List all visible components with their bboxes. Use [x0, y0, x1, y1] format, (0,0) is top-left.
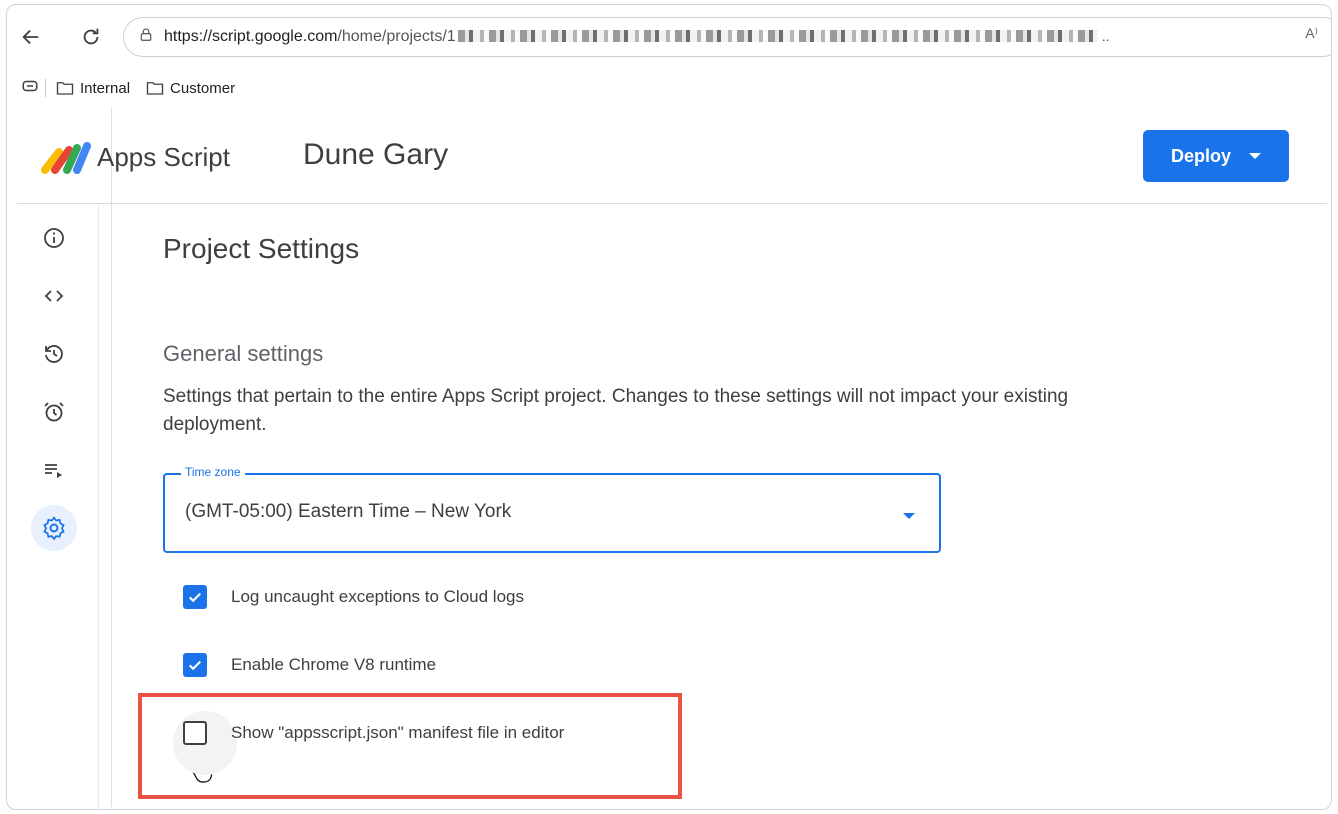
- option-label: Log uncaught exceptions to Cloud logs: [231, 587, 524, 606]
- code-icon: [44, 290, 64, 302]
- rail-item-overview[interactable]: [31, 215, 77, 261]
- show-manifest-checkbox[interactable]: [173, 711, 237, 775]
- url-prefix: https://: [164, 28, 213, 45]
- address-bar-row: https://script.google.com/home/projects/…: [7, 5, 1331, 69]
- option-label: Show "appsscript.json" manifest file in …: [231, 723, 565, 742]
- redacted-url-segment: [457, 30, 1098, 42]
- option-show-manifest: Show "appsscript.json" manifest file in …: [173, 711, 565, 775]
- log-exceptions-checkbox[interactable]: [183, 585, 207, 609]
- bookmark-customer[interactable]: Customer: [146, 80, 235, 97]
- url-host: script.google.com: [212, 28, 338, 45]
- url-bar[interactable]: https://script.google.com/home/projects/…: [123, 17, 1331, 57]
- rail-item-history[interactable]: [31, 331, 77, 377]
- bookmark-internal[interactable]: Internal: [56, 80, 130, 97]
- checkmark-icon: [189, 660, 201, 671]
- back-arrow-icon[interactable]: [17, 23, 45, 51]
- bookmark-label: Customer: [170, 79, 236, 97]
- reload-icon[interactable]: [77, 23, 105, 51]
- section-title: General settings: [163, 341, 324, 366]
- option-label: Enable Chrome V8 runtime: [231, 655, 437, 674]
- playlist-play-icon: [45, 464, 62, 478]
- brand-name: Apps Script: [97, 142, 230, 172]
- project-name[interactable]: Dune Gary: [303, 138, 448, 172]
- section-description: Settings that pertain to the entire Apps…: [163, 386, 1069, 435]
- alarm-icon: [44, 402, 64, 422]
- folder-icon: [56, 82, 74, 95]
- url-text: https://script.google.com/home/projects/…: [164, 28, 1109, 46]
- url-ellipsis: ..: [1101, 28, 1110, 44]
- url-path: /home/projects/1: [337, 28, 456, 45]
- dropdown-arrow-icon: [903, 513, 915, 519]
- time-zone-value: (GMT-05:00) Eastern Time – New York: [185, 501, 512, 522]
- history-icon: [45, 345, 63, 363]
- read-aloud-icon[interactable]: A⁾: [1305, 25, 1318, 42]
- time-zone-select[interactable]: Time zone (GMT-05:00) Eastern Time – New…: [163, 465, 941, 553]
- deploy-label: Deploy: [1170, 145, 1231, 166]
- side-rail: [17, 205, 99, 810]
- rail-item-executions[interactable]: [31, 447, 77, 493]
- option-v8-runtime: Enable Chrome V8 runtime: [179, 645, 436, 685]
- info-icon: [44, 228, 64, 248]
- bookmarks-separator: [45, 79, 46, 97]
- option-log-exceptions: Log uncaught exceptions to Cloud logs: [179, 577, 524, 617]
- gear-icon: [43, 516, 65, 541]
- checkmark-icon: [189, 592, 201, 603]
- bookmarks-bar: Internal Customer: [7, 71, 1331, 105]
- apps-script-logo-icon: [41, 140, 91, 179]
- v8-runtime-checkbox[interactable]: [183, 653, 207, 677]
- deploy-button[interactable]: Deploy: [1143, 130, 1289, 182]
- time-zone-label: Time zone: [181, 465, 245, 479]
- tab-search-icon[interactable]: [21, 77, 39, 99]
- app-header: Apps Script Dune Gary Deploy: [17, 110, 1327, 204]
- checkbox-hover-halo: [173, 711, 237, 775]
- site-info-icon[interactable]: [138, 27, 154, 48]
- folder-icon: [146, 82, 164, 95]
- bookmark-label: Internal: [80, 79, 131, 97]
- rail-item-triggers[interactable]: [31, 389, 77, 435]
- rail-item-editor[interactable]: [31, 273, 77, 319]
- page-title: Project Settings: [163, 233, 360, 264]
- chevron-down-icon: [1249, 153, 1261, 159]
- rail-item-project-settings[interactable]: [31, 505, 77, 551]
